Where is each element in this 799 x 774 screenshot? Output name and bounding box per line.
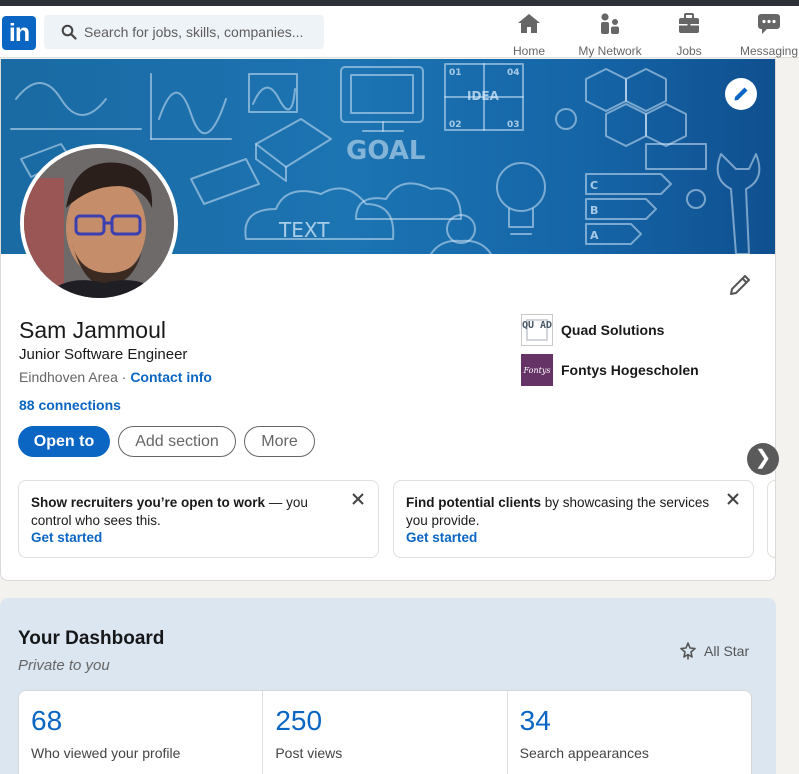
banner-word-idea: IDEA xyxy=(467,89,500,103)
edit-banner-button[interactable] xyxy=(725,78,757,110)
linkedin-logo[interactable]: in xyxy=(2,16,36,50)
nav-my-network-label: My Network xyxy=(578,44,642,58)
global-nav: in Home My Network Jobs xyxy=(0,6,799,58)
svg-text:Fontys: Fontys xyxy=(523,366,551,375)
carousel-next-button[interactable]: ❯ xyxy=(747,443,779,475)
profile-name: Sam Jammoul xyxy=(19,317,166,343)
banner-label-01: 01 xyxy=(449,68,462,78)
network-icon xyxy=(601,13,619,34)
org-fontys[interactable]: Fontys Fontys Hogescholen xyxy=(521,354,761,386)
quad-solutions-logo: QU AD xyxy=(521,314,553,346)
all-star-label: All Star xyxy=(704,643,750,659)
promo-text: Find potential clients by showcasing the… xyxy=(406,494,716,530)
nav-jobs[interactable]: Jobs xyxy=(668,12,710,58)
briefcase-icon xyxy=(679,13,699,33)
stat-search-appearances[interactable]: 34 Search appearances xyxy=(508,691,751,774)
promo-find-clients: Find potential clients by showcasing the… xyxy=(393,480,754,558)
edit-intro-button[interactable] xyxy=(728,273,752,302)
pencil-icon xyxy=(734,87,748,101)
banner-word-goal: GOAL xyxy=(346,136,425,166)
nav-my-network[interactable]: My Network xyxy=(575,12,645,58)
stat-value: 34 xyxy=(519,705,551,736)
search-input[interactable] xyxy=(84,15,314,49)
dashboard-subtitle: Private to you xyxy=(18,657,110,674)
org-name: Fontys Hogescholen xyxy=(561,362,699,378)
contact-info-link[interactable]: Contact info xyxy=(130,369,212,385)
close-icon[interactable] xyxy=(350,491,366,507)
nav-messaging[interactable]: Messaging xyxy=(739,12,799,58)
close-icon[interactable] xyxy=(725,491,741,507)
get-started-link[interactable]: Get started xyxy=(31,530,102,545)
banner-label-c: C xyxy=(590,179,598,192)
banner-label-04: 04 xyxy=(507,68,520,78)
promo-next-peek xyxy=(767,480,775,558)
banner-label-02: 02 xyxy=(449,120,462,130)
all-star-badge[interactable]: All Star xyxy=(680,642,749,660)
pencil-icon xyxy=(730,275,750,295)
banner-label-b: B xyxy=(590,204,598,217)
stat-label: Post views xyxy=(275,745,343,761)
org-name: Quad Solutions xyxy=(561,322,665,338)
home-icon xyxy=(518,14,540,33)
banner-word-text: TEXT xyxy=(278,218,330,242)
nav-messaging-label: Messaging xyxy=(739,44,799,58)
nav-jobs-label: Jobs xyxy=(676,44,702,58)
connections-link[interactable]: 88 connections xyxy=(19,397,121,413)
star-icon xyxy=(680,642,696,660)
profile-photo[interactable] xyxy=(20,144,178,302)
stat-value: 250 xyxy=(275,705,323,736)
chat-icon xyxy=(758,14,780,34)
get-started-link[interactable]: Get started xyxy=(406,530,477,545)
promo-bold-text: Show recruiters you’re open to work xyxy=(31,495,266,510)
location-row: Eindhoven Area · Contact info xyxy=(19,369,212,385)
stat-profile-views[interactable]: 68 Who viewed your profile xyxy=(19,691,264,774)
open-to-button[interactable]: Open to xyxy=(18,426,110,457)
nav-home[interactable]: Home xyxy=(507,12,551,58)
banner-label-03: 03 xyxy=(507,120,520,130)
profile-card: IDEA GOAL TEXT 01 04 02 03 C B A Sam Jam… xyxy=(0,59,776,581)
dashboard-title: Your Dashboard xyxy=(18,628,165,649)
stat-post-views[interactable]: 250 Post views xyxy=(263,691,508,774)
profile-headline: Junior Software Engineer xyxy=(19,346,188,363)
search-icon xyxy=(61,24,77,40)
banner-label-a: A xyxy=(590,229,599,242)
stat-label: Who viewed your profile xyxy=(31,745,181,761)
nav-home-label: Home xyxy=(512,44,545,58)
org-quad-solutions[interactable]: QU AD Quad Solutions xyxy=(521,314,761,346)
connections-row: 88 connections xyxy=(19,397,121,413)
stat-value: 68 xyxy=(31,705,63,736)
profile-photo-portrait xyxy=(24,148,174,298)
more-button[interactable]: More xyxy=(244,426,315,457)
profile-location: Eindhoven Area xyxy=(19,369,118,385)
search-box[interactable] xyxy=(44,15,324,49)
promo-text: Show recruiters you’re open to work — yo… xyxy=(31,494,341,530)
stat-label: Search appearances xyxy=(519,745,649,761)
fontys-logo: Fontys xyxy=(521,354,553,386)
dashboard-card: Your Dashboard Private to you All Star 6… xyxy=(0,598,776,774)
promo-open-to-work: Show recruiters you’re open to work — yo… xyxy=(18,480,379,558)
dashboard-stats: 68 Who viewed your profile 250 Post view… xyxy=(18,690,752,774)
add-section-button[interactable]: Add section xyxy=(118,426,236,457)
location-separator: · xyxy=(121,369,127,385)
promo-bold-text: Find potential clients xyxy=(406,495,542,510)
